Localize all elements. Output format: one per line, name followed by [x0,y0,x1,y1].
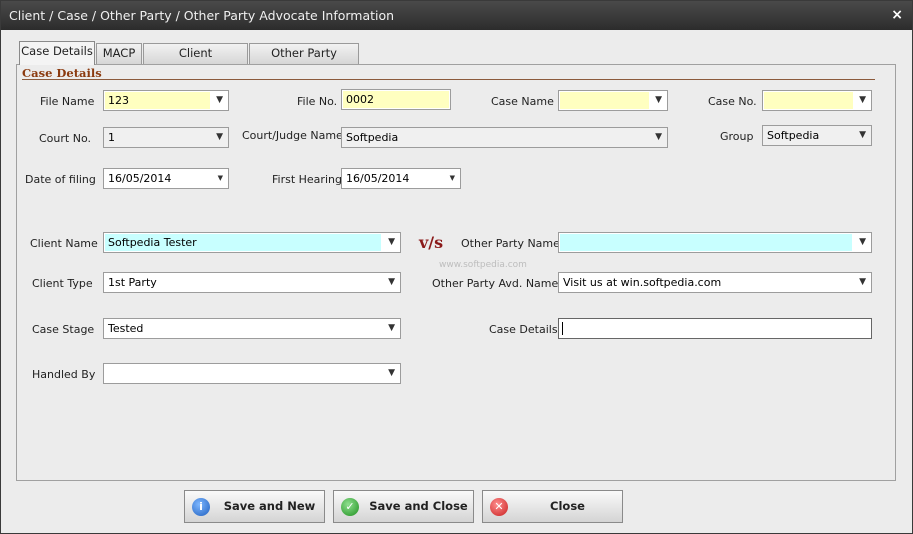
other-party-name-label: Other Party Name [461,237,560,250]
case-no-label: Case No. [708,95,757,108]
other-party-avd-name-label: Other Party Avd. Name [432,277,559,290]
chevron-down-icon[interactable]: ▼ [388,273,395,292]
other-party-avd-name-combo[interactable]: Visit us at win.softpedia.com ▼ [558,272,872,293]
file-name-label: File Name [40,95,95,108]
close-icon[interactable]: × [891,1,903,30]
date-of-filing-label: Date of filing [25,173,96,186]
other-party-name-combo[interactable]: ▼ [558,232,872,253]
client-type-combo[interactable]: 1st Party ▼ [103,272,401,293]
chevron-down-icon[interactable]: ▼ [450,169,455,188]
chevron-down-icon[interactable]: ▼ [655,91,662,110]
court-judge-name-label: Court/Judge Name [242,129,343,142]
file-no-field[interactable]: 0002 [341,89,451,110]
chevron-down-icon[interactable]: ▼ [859,126,866,145]
client-name-combo[interactable]: Softpedia Tester ▼ [103,232,401,253]
group-label: Group [720,130,754,143]
save-and-new-button[interactable]: i Save and New [184,490,325,523]
date-of-filing-value: 16/05/2014 [108,172,172,185]
section-title: Case Details [22,66,102,80]
case-details-label: Case Details [489,323,558,336]
client-type-label: Client Type [32,277,93,290]
close-button[interactable]: ✕ Close [482,490,623,523]
window-title: Client / Case / Other Party / Other Part… [9,8,395,23]
versus-label: v/s [419,233,444,252]
chevron-down-icon[interactable]: ▼ [859,273,866,292]
text-cursor [562,322,563,335]
first-hearing-value: 16/05/2014 [346,172,410,185]
other-party-avd-name-value: Visit us at win.softpedia.com [563,276,722,289]
chevron-down-icon[interactable]: ▼ [859,91,866,110]
tab-macp[interactable]: MACP [96,43,142,64]
chevron-down-icon[interactable]: ▼ [859,233,866,252]
case-stage-combo[interactable]: Tested ▼ [103,318,401,339]
chevron-down-icon[interactable]: ▼ [216,128,223,147]
file-no-value: 0002 [346,93,374,106]
handled-by-combo[interactable]: ▼ [103,363,401,384]
handled-by-value [107,367,108,380]
save-and-close-label: Save and Close [369,499,468,513]
cancel-icon: ✕ [490,498,508,516]
court-judge-name-value: Softpedia [346,131,399,144]
first-hearing-picker[interactable]: 16/05/2014 ▼ [341,168,461,189]
case-name-label: Case Name [491,95,554,108]
case-no-combo[interactable]: ▼ [762,90,872,111]
save-and-close-button[interactable]: ✓ Save and Close [333,490,474,523]
tab-other-party-details[interactable]: Other Party Details [249,43,359,79]
client-name-label: Client Name [30,237,98,250]
case-name-combo[interactable]: ▼ [558,90,668,111]
court-no-value: 1 [108,131,115,144]
first-hearing-label: First Hearing [272,173,342,186]
court-judge-name-combo[interactable]: Softpedia ▼ [341,127,668,148]
group-value: Softpedia [767,129,820,142]
case-stage-label: Case Stage [32,323,95,336]
dialog-window: Client / Case / Other Party / Other Part… [0,0,913,534]
close-label: Close [550,499,585,513]
tab-client-information[interactable]: Client Information [143,43,248,79]
watermark-text: www.softpedia.com [439,260,527,270]
file-name-combo[interactable]: 123 ▼ [103,90,229,111]
case-name-value [562,94,563,107]
other-party-name-value [562,236,563,249]
check-icon: ✓ [341,498,359,516]
court-no-combo[interactable]: 1 ▼ [103,127,229,148]
chevron-down-icon[interactable]: ▼ [388,364,395,383]
handled-by-label: Handled By [32,368,96,381]
date-of-filing-picker[interactable]: 16/05/2014 ▼ [103,168,229,189]
case-no-value [766,94,767,107]
save-and-new-label: Save and New [223,499,316,513]
title-bar: Client / Case / Other Party / Other Part… [1,1,912,30]
client-name-value: Softpedia Tester [108,236,197,249]
court-no-label: Court No. [39,132,91,145]
tab-case-details[interactable]: Case Details [19,41,95,65]
client-type-value: 1st Party [108,276,157,289]
chevron-down-icon[interactable]: ▼ [388,319,395,338]
file-no-label: File No. [297,95,338,108]
chevron-down-icon[interactable]: ▼ [655,128,662,147]
info-icon: i [192,498,210,516]
chevron-down-icon[interactable]: ▼ [388,233,395,252]
file-name-value: 123 [108,94,129,107]
chevron-down-icon[interactable]: ▼ [218,169,223,188]
chevron-down-icon[interactable]: ▼ [216,91,223,110]
case-details-input[interactable] [558,318,872,339]
case-stage-value: Tested [108,322,144,335]
group-combo[interactable]: Softpedia ▼ [762,125,872,146]
section-divider [22,79,875,80]
